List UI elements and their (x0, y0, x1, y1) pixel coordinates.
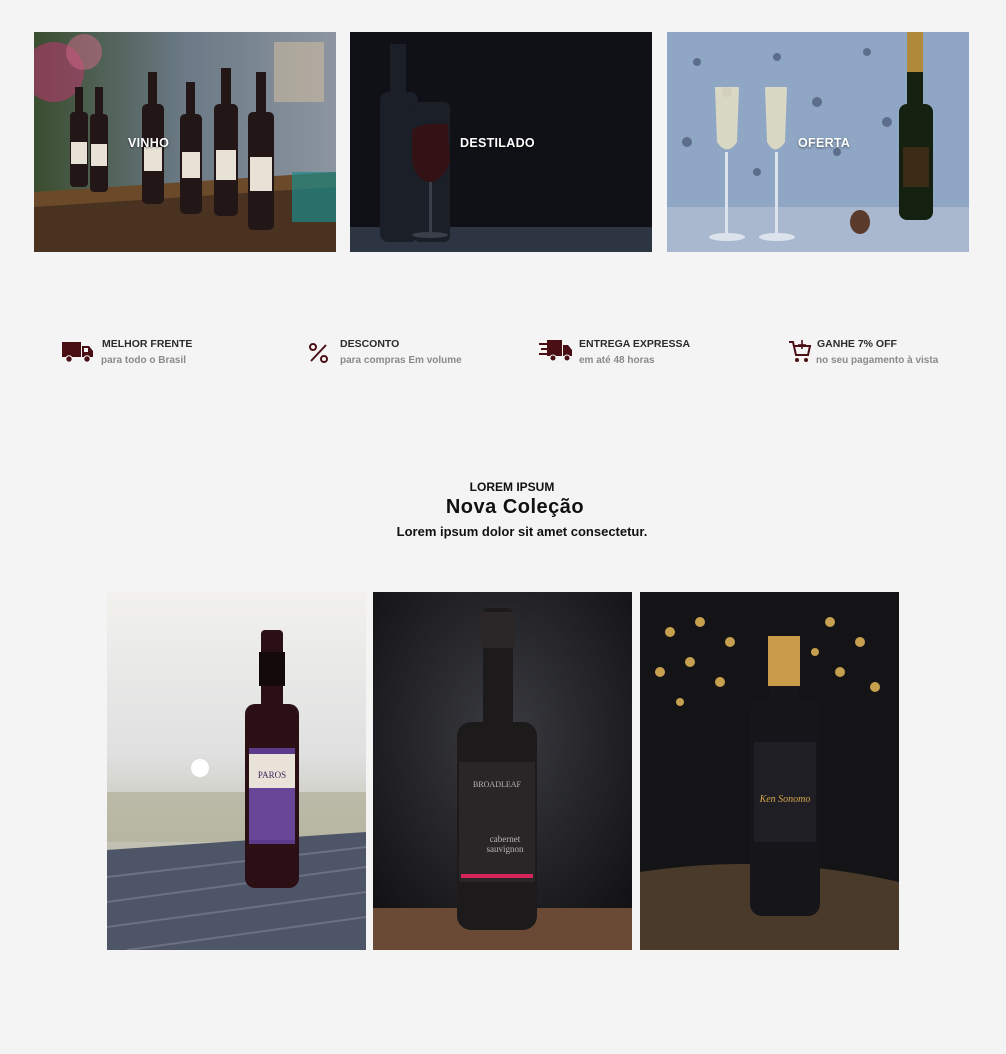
collection-eyebrow: LOREM IPSUM (469, 480, 555, 494)
category-card-oferta[interactable]: OFERTA (667, 32, 969, 252)
feature-entrega: ENTREGA EXPRESSA em até 48 horas (539, 336, 719, 376)
category-label: OFERTA (798, 136, 851, 150)
feature-subtitle: para compras Em volume (340, 355, 462, 366)
product-card-ken[interactable]: Ken Sonomo (640, 592, 899, 950)
fast-truck-icon (539, 336, 573, 371)
product-label-text: PAROS (258, 770, 286, 780)
feature-subtitle: para todo o Brasil (101, 355, 187, 366)
product-card-broadleaf[interactable]: BROADLEAF cabernet sauvignon (373, 592, 632, 950)
product-image-ken: Ken Sonomo (640, 592, 899, 950)
feature-desconto: DESCONTO para compras Em volume (308, 336, 488, 376)
product-label-text: cabernet (490, 834, 521, 844)
product-label-text: sauvignon (487, 844, 524, 854)
product-card-paros[interactable]: PAROS (107, 592, 366, 950)
category-label: DESTILADO (460, 136, 535, 150)
product-label-text: Ken Sonomo (759, 794, 811, 805)
category-label: VINHO (128, 136, 170, 150)
cart-icon (788, 339, 812, 370)
feature-subtitle: em até 48 horas (579, 355, 655, 366)
feature-subtitle: no seu pagamento à vista (816, 355, 939, 366)
percent-icon (308, 342, 330, 369)
wine-bottles-photo (34, 32, 336, 252)
feature-frete: MELHOR FRENTE para todo o Brasil (62, 336, 242, 376)
collection-title: Nova Coleção (445, 496, 585, 518)
product-image-broadleaf: BROADLEAF cabernet sauvignon (373, 592, 632, 950)
category-card-vinho[interactable]: VINHO (34, 32, 336, 252)
product-image-paros: PAROS (107, 592, 366, 950)
feature-title: ENTREGA EXPRESSA (579, 338, 691, 350)
collection-subtitle: Lorem ipsum dolor sit amet consectetur. (396, 524, 648, 539)
feature-title: MELHOR FRENTE (102, 338, 193, 350)
product-label-text: BROADLEAF (473, 780, 522, 789)
feature-title: DESCONTO (340, 338, 400, 350)
category-card-destilado[interactable]: DESTILADO (350, 32, 652, 252)
feature-title: GANHE 7% OFF (817, 338, 897, 350)
truck-icon (62, 336, 94, 373)
feature-ganhe: GANHE 7% OFF no seu pagamento à vista (788, 336, 968, 376)
